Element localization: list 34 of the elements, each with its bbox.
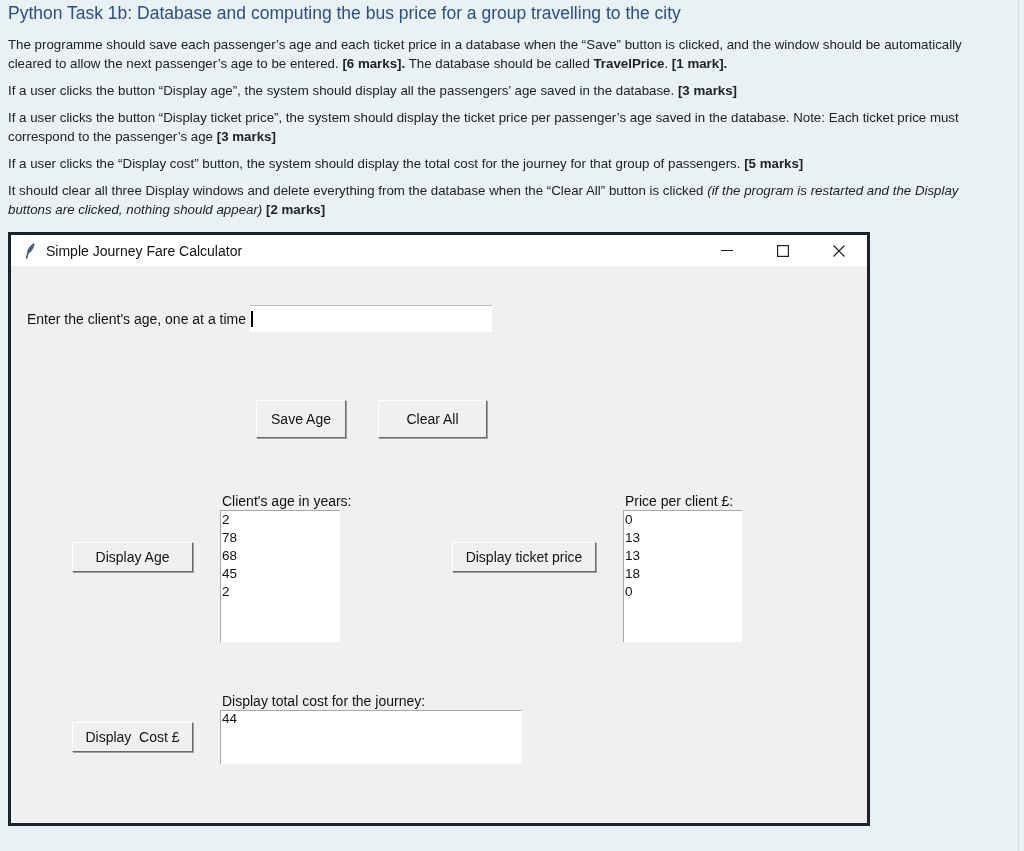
age-entry-label: Enter the client's age, one at a time <box>27 310 247 327</box>
minimize-icon <box>721 250 733 251</box>
total-cost-label: Display total cost for the journey: <box>221 693 426 710</box>
feather-icon <box>25 242 35 259</box>
task-paragraph: It should clear all three Display windows and delete everything from the database when the “Clear All” button is clicked (if the program is restarted and the Display buttons are clicked, nothing should appear) [2 marks] <box>8 182 960 219</box>
age-input-field[interactable] <box>250 305 493 332</box>
listbox-item[interactable]: 45 <box>222 565 238 583</box>
window-title: Simple Journey Fare Calculator <box>46 242 243 259</box>
task-paragraph: The programme should save each passenger’s age and each ticket price in a database when the “Save” button is clicked, and the window should be automatically cleared to allow the next passenger’s age to be entered. [6 marks]. The database should be called TravelPrice. [1 mark]. <box>8 36 963 73</box>
display-cost-button[interactable]: Display Cost £ <box>72 722 193 752</box>
display-age-button[interactable]: Display Age <box>72 542 193 572</box>
listbox-item[interactable]: 68 <box>222 547 238 565</box>
task-paragraph: If a user clicks the button “Display ticket price”, the system should display the ticket price per passenger’s age saved in the database. Note: Each ticket price must correspond to the passenger’s age [3 marks] <box>8 109 960 146</box>
action-button[interactable]: Clear All <box>378 400 487 438</box>
price-list-label: Price per client £: <box>624 493 734 510</box>
close-icon <box>833 244 845 257</box>
listbox-item[interactable]: 13 <box>625 529 641 547</box>
listbox-item[interactable]: 0 <box>625 583 633 601</box>
price-listbox[interactable]: 0 13 13 18 0 <box>623 510 742 642</box>
listbox-item[interactable]: 78 <box>222 529 238 547</box>
listbox-item[interactable]: 0 <box>625 511 633 529</box>
task-paragraph: If a user clicks the button “Display age”, the system should display all the passengers’ age saved in the database. [3 marks] <box>8 82 739 100</box>
listbox-item[interactable]: 2 <box>222 511 230 529</box>
total-cost-field[interactable]: 44 <box>220 710 522 764</box>
listbox-item[interactable]: 13 <box>625 547 641 565</box>
display-ticket-price-button[interactable]: Display ticket price <box>452 542 596 572</box>
page-heading: Python Task 1b: Database and computing the bus price for a group travelling to the city <box>8 2 682 25</box>
age-list-label: Client's age in years: <box>221 493 352 510</box>
listbox-item[interactable]: 18 <box>625 565 641 583</box>
action-button[interactable]: Save Age <box>256 400 346 438</box>
maximize-icon <box>777 244 789 257</box>
age-listbox[interactable]: 2 78 68 45 2 <box>220 510 340 642</box>
listbox-item[interactable]: 2 <box>222 583 230 601</box>
task-paragraph: If a user clicks the “Display cost” button, the system should display the total cost for the journey for that group of passengers. [5 marks] <box>8 155 805 173</box>
